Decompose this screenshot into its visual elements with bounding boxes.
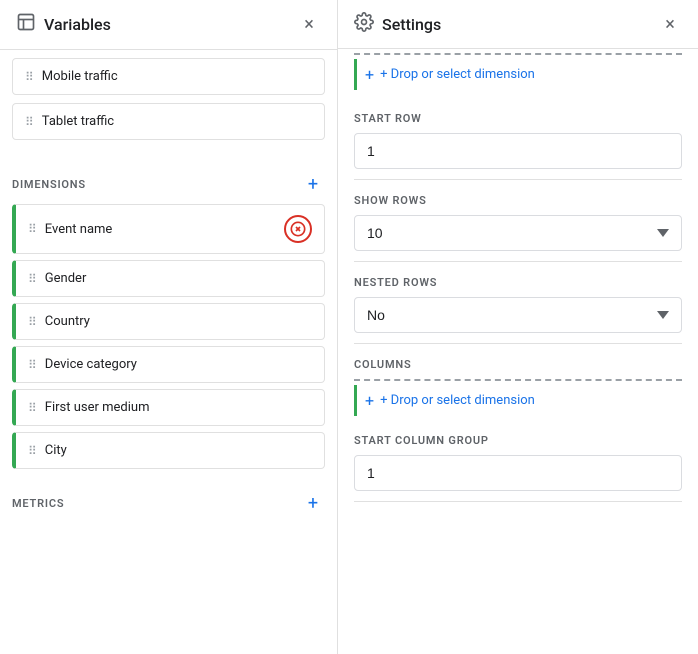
variables-title-text: Variables xyxy=(44,15,111,34)
list-item[interactable]: ⠿ First user medium xyxy=(12,389,325,426)
settings-icon xyxy=(354,12,374,36)
left-panel: Variables × ⠿ Mobile traffic ⠿ Tablet tr… xyxy=(0,0,338,654)
rows-drop-label: + Drop or select dimension xyxy=(380,67,535,82)
settings-title-text: Settings xyxy=(382,15,441,34)
add-dimension-button[interactable]: + xyxy=(301,172,325,196)
dimension-label: Device category xyxy=(45,357,137,372)
variables-title: Variables xyxy=(16,12,111,37)
list-item[interactable]: ⠿ Mobile traffic xyxy=(12,58,325,95)
variable-label: Tablet traffic xyxy=(42,114,114,129)
drag-handle-icon: ⠿ xyxy=(28,358,37,372)
variables-icon xyxy=(16,12,36,37)
plus-icon: + xyxy=(365,391,374,410)
drag-handle-icon: ⠿ xyxy=(28,272,37,286)
settings-body: + + Drop or select dimension START ROW S… xyxy=(338,49,698,502)
drag-handle-icon: ⠿ xyxy=(28,222,37,236)
list-item[interactable]: ⠿ Device category xyxy=(12,346,325,383)
metrics-label: METRICS xyxy=(12,497,64,510)
start-col-input[interactable] xyxy=(354,455,682,491)
list-item[interactable]: ⠿ Tablet traffic xyxy=(12,103,325,140)
right-panel-header: Settings × xyxy=(338,0,698,49)
list-item[interactable]: ⠿ Gender xyxy=(12,260,325,297)
nested-rows-label: NESTED ROWS xyxy=(354,276,682,289)
variables-list: ⠿ Mobile traffic ⠿ Tablet traffic xyxy=(0,50,337,156)
dimensions-section-header: DIMENSIONS + xyxy=(0,160,337,204)
columns-label: COLUMNS xyxy=(354,358,682,371)
settings-title: Settings xyxy=(354,12,441,36)
columns-drop-label: + Drop or select dimension xyxy=(380,393,535,408)
dimension-label: Gender xyxy=(45,271,87,286)
start-row-group: START ROW xyxy=(354,98,682,180)
dimension-label: Event name xyxy=(45,222,113,237)
dimensions-label: DIMENSIONS xyxy=(12,178,86,191)
left-panel-header: Variables × xyxy=(0,0,337,50)
start-row-input[interactable] xyxy=(354,133,682,169)
start-col-group: START COLUMN GROUP xyxy=(354,420,682,502)
nested-rows-select[interactable]: No Yes xyxy=(354,297,682,333)
nested-rows-group: NESTED ROWS No Yes xyxy=(354,262,682,344)
dimensions-list: ⠿ Event name ⠿ Gender ⠿ Country ⠿ Device… xyxy=(0,204,337,475)
add-metric-button[interactable]: + xyxy=(301,491,325,515)
drag-handle-icon: ⠿ xyxy=(25,70,34,84)
columns-section: COLUMNS + + Drop or select dimension xyxy=(354,344,682,420)
show-rows-group: SHOW ROWS 10 25 50 100 xyxy=(354,180,682,262)
start-col-label: START COLUMN GROUP xyxy=(354,434,682,447)
right-panel-close-button[interactable]: × xyxy=(658,12,682,36)
plus-icon: + xyxy=(365,65,374,84)
variable-label: Mobile traffic xyxy=(42,69,118,84)
list-item[interactable]: ⠿ Country xyxy=(12,303,325,340)
rows-section-top: + + Drop or select dimension xyxy=(354,49,682,98)
metrics-section-header: METRICS + xyxy=(0,479,337,523)
show-rows-select[interactable]: 10 25 50 100 xyxy=(354,215,682,251)
columns-drop-zone[interactable]: + + Drop or select dimension xyxy=(354,385,682,416)
show-rows-label: SHOW ROWS xyxy=(354,194,682,207)
drag-handle-icon: ⠿ xyxy=(28,444,37,458)
left-panel-close-button[interactable]: × xyxy=(297,13,321,37)
dimension-label: City xyxy=(45,443,67,458)
start-row-label: START ROW xyxy=(354,112,682,125)
right-panel: Settings × + + Drop or select dimension … xyxy=(338,0,698,654)
drag-handle-icon: ⠿ xyxy=(28,401,37,415)
dimension-label: First user medium xyxy=(45,400,150,415)
drag-handle-icon: ⠿ xyxy=(28,315,37,329)
remove-dimension-button[interactable] xyxy=(284,215,312,243)
list-item[interactable]: ⠿ City xyxy=(12,432,325,469)
drag-handle-icon: ⠿ xyxy=(25,115,34,129)
list-item[interactable]: ⠿ Event name xyxy=(12,204,325,254)
rows-drop-zone-top[interactable]: + + Drop or select dimension xyxy=(354,59,682,90)
dimension-label: Country xyxy=(45,314,90,329)
